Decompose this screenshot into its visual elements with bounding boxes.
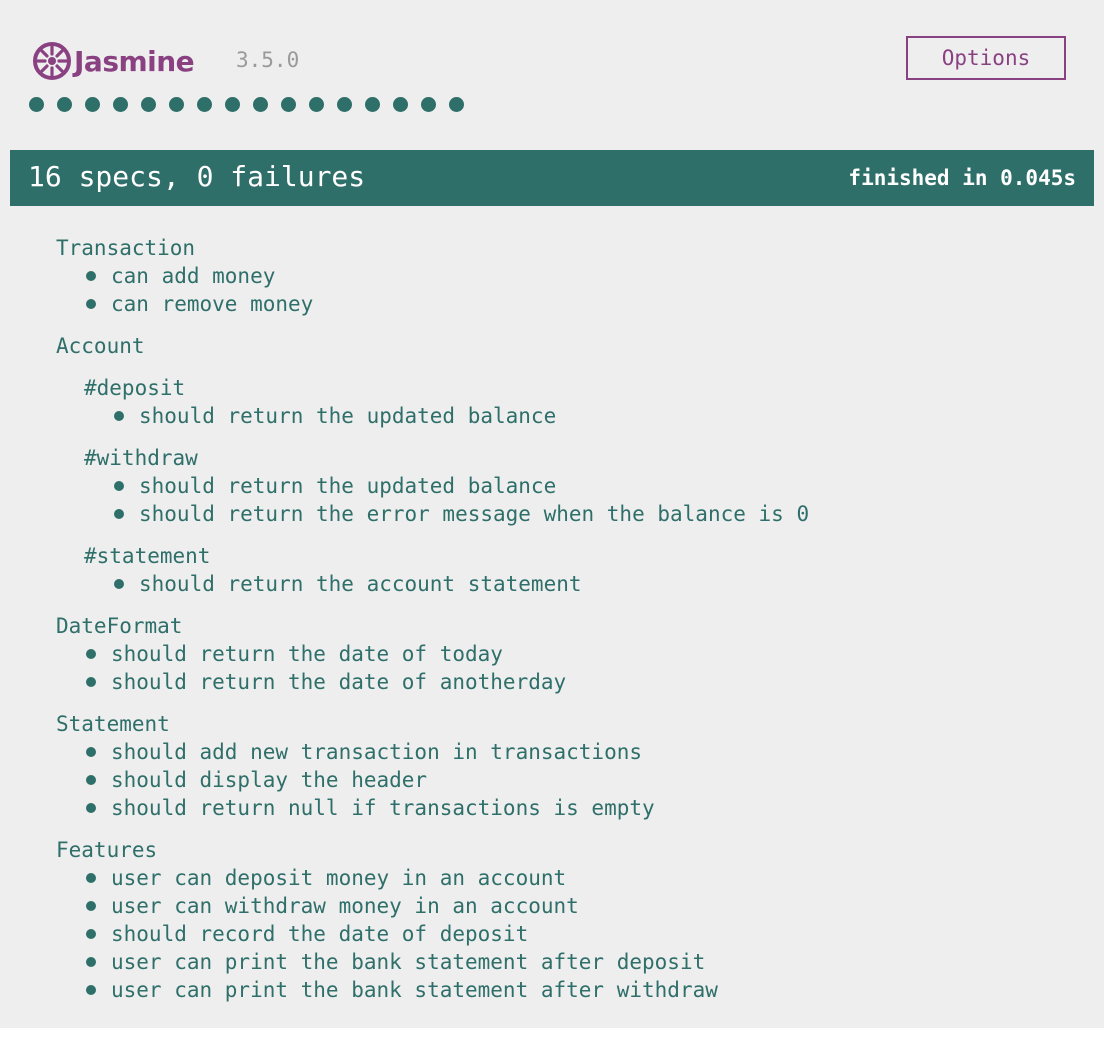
spec-list: should add new transaction in transactio…	[56, 738, 1076, 822]
passed-spec-dot[interactable]	[169, 97, 184, 112]
spec-list: should return the updated balance should …	[84, 472, 1076, 528]
jasmine-flower-icon	[33, 42, 71, 80]
passed-spec-dot[interactable]	[393, 97, 408, 112]
jasmine-html-reporter: Jasmine 3.5.0 Options 16 specs, 0 failur…	[0, 0, 1104, 1028]
passed-spec-dot[interactable]	[253, 97, 268, 112]
spec-link[interactable]: should display the header	[56, 766, 1076, 794]
passed-spec-dot[interactable]	[197, 97, 212, 112]
spec-link[interactable]: can add money	[56, 262, 1076, 290]
suite: Features user can deposit money in an acc…	[56, 836, 1076, 1004]
passed-spec-dot[interactable]	[113, 97, 128, 112]
banner: Jasmine 3.5.0 Options	[0, 0, 1104, 150]
spec-link[interactable]: should return the error message when the…	[84, 500, 1076, 528]
spec-link[interactable]: should return the date of anotherday	[56, 668, 1076, 696]
options-button[interactable]: Options	[906, 36, 1066, 80]
summary-text: 16 specs, 0 failures	[28, 160, 366, 193]
results-tree: Transaction can add money can remove money…	[56, 234, 1076, 1018]
suite-title-link[interactable]: #deposit	[84, 374, 1076, 402]
passed-spec-dot[interactable]	[309, 97, 324, 112]
spec-link[interactable]: user can print the bank statement after …	[56, 976, 1076, 1004]
spec-list: can add money can remove money	[56, 262, 1076, 318]
suite-title-link[interactable]: #statement	[84, 542, 1076, 570]
spec-link[interactable]: user can withdraw money in an account	[56, 892, 1076, 920]
summary-bar: 16 specs, 0 failures finished in 0.045s	[10, 150, 1094, 206]
spec-list: user can deposit money in an account user…	[56, 864, 1076, 1004]
spec-link[interactable]: user can print the bank statement after …	[56, 948, 1076, 976]
spec-link[interactable]: user can deposit money in an account	[56, 864, 1076, 892]
spec-link[interactable]: should return the account statement	[84, 570, 1076, 598]
passed-spec-dot[interactable]	[225, 97, 240, 112]
suite-title-link[interactable]: DateFormat	[56, 612, 1076, 640]
suite: Statement should add new transaction in t…	[56, 710, 1076, 822]
suite-title-link[interactable]: Account	[56, 332, 1076, 360]
spec-link[interactable]: should add new transaction in transactio…	[56, 738, 1076, 766]
passed-spec-dot[interactable]	[29, 97, 44, 112]
spec-list: should return the account statement	[84, 570, 1076, 598]
duration-text: finished in 0.045s	[848, 166, 1076, 190]
suite: #statement should return the account stat…	[84, 542, 1076, 598]
passed-spec-dot[interactable]	[421, 97, 436, 112]
spec-link[interactable]: can remove money	[56, 290, 1076, 318]
spec-link[interactable]: should return the updated balance	[84, 472, 1076, 500]
jasmine-logo[interactable]: Jasmine	[32, 41, 195, 81]
logo-text: Jasmine	[74, 44, 195, 78]
suite: #withdraw should return the updated balan…	[84, 444, 1076, 528]
passed-spec-dot[interactable]	[85, 97, 100, 112]
suite-title-link[interactable]: Features	[56, 836, 1076, 864]
suite: Account #deposit should return the updated…	[56, 332, 1076, 598]
passed-spec-dot[interactable]	[141, 97, 156, 112]
spec-link[interactable]: should return the updated balance	[84, 402, 1076, 430]
spec-list: should return the date of today should re…	[56, 640, 1076, 696]
passed-spec-dot[interactable]	[57, 97, 72, 112]
passed-spec-dot[interactable]	[337, 97, 352, 112]
passed-spec-dot[interactable]	[449, 97, 464, 112]
suite-title-link[interactable]: Statement	[56, 710, 1076, 738]
suite: #deposit should return the updated balanc…	[84, 374, 1076, 430]
spec-link[interactable]: should return null if transactions is em…	[56, 794, 1076, 822]
version-label: 3.5.0	[236, 48, 300, 72]
spec-status-dots	[29, 97, 477, 113]
passed-spec-dot[interactable]	[281, 97, 296, 112]
spec-link[interactable]: should record the date of deposit	[56, 920, 1076, 948]
suite: DateFormat should return the date of toda…	[56, 612, 1076, 696]
spec-link[interactable]: should return the date of today	[56, 640, 1076, 668]
suite-title-link[interactable]: Transaction	[56, 234, 1076, 262]
passed-spec-dot[interactable]	[365, 97, 380, 112]
spec-list: should return the updated balance	[84, 402, 1076, 430]
suite-title-link[interactable]: #withdraw	[84, 444, 1076, 472]
suite: Transaction can add money can remove money	[56, 234, 1076, 318]
